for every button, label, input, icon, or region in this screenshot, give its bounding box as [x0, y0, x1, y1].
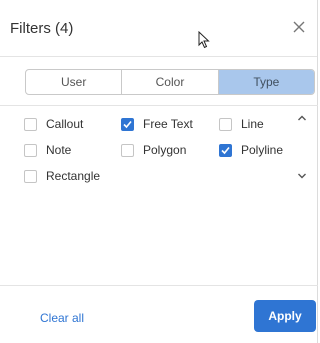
checkbox[interactable]: [24, 117, 37, 131]
tab-color[interactable]: Color: [122, 70, 219, 94]
option-label: Line: [241, 117, 264, 131]
tab-type-label: Type: [253, 75, 280, 89]
option-line[interactable]: Line: [219, 115, 264, 133]
chevron-up-icon[interactable]: [297, 114, 307, 122]
tab-type[interactable]: Type: [218, 70, 314, 94]
mouse-cursor-icon: [198, 31, 210, 49]
divider: [0, 105, 318, 106]
apply-button[interactable]: Apply: [254, 300, 316, 332]
panel-header: Filters (4): [0, 0, 317, 57]
option-polyline[interactable]: Polyline: [219, 141, 283, 159]
option-rectangle[interactable]: Rectangle: [24, 167, 100, 185]
tab-user[interactable]: User: [26, 70, 123, 94]
tab-color-label: Color: [155, 75, 185, 89]
option-label: Callout: [46, 117, 84, 131]
chevron-down-icon[interactable]: [297, 172, 307, 180]
panel-title: Filters (4): [10, 20, 74, 37]
checkbox[interactable]: [219, 117, 232, 131]
checkbox[interactable]: [121, 143, 134, 157]
filter-type-tabs: User Color Type: [25, 69, 315, 95]
option-note[interactable]: Note: [24, 141, 71, 159]
option-label: Polygon: [143, 143, 187, 157]
checkbox[interactable]: [24, 169, 37, 183]
checkbox[interactable]: [219, 143, 232, 157]
checkbox[interactable]: [121, 117, 134, 131]
checkmark-icon: [221, 146, 230, 154]
option-label: Free Text: [143, 117, 193, 131]
clear-all-link[interactable]: Clear all: [40, 311, 84, 325]
close-icon[interactable]: [291, 19, 307, 35]
panel-footer: Clear all Apply: [0, 285, 318, 343]
option-free-text[interactable]: Free Text: [121, 115, 193, 133]
option-label: Polyline: [241, 143, 284, 157]
filters-panel: Filters (4) User Color Type Callout Free…: [0, 0, 318, 343]
checkmark-icon: [123, 120, 132, 128]
option-label: Rectangle: [46, 169, 101, 183]
option-polygon[interactable]: Polygon: [121, 141, 186, 159]
option-callout[interactable]: Callout: [24, 115, 83, 133]
checkbox[interactable]: [24, 143, 37, 157]
tab-user-label: User: [60, 75, 87, 89]
option-label: Note: [46, 143, 72, 157]
